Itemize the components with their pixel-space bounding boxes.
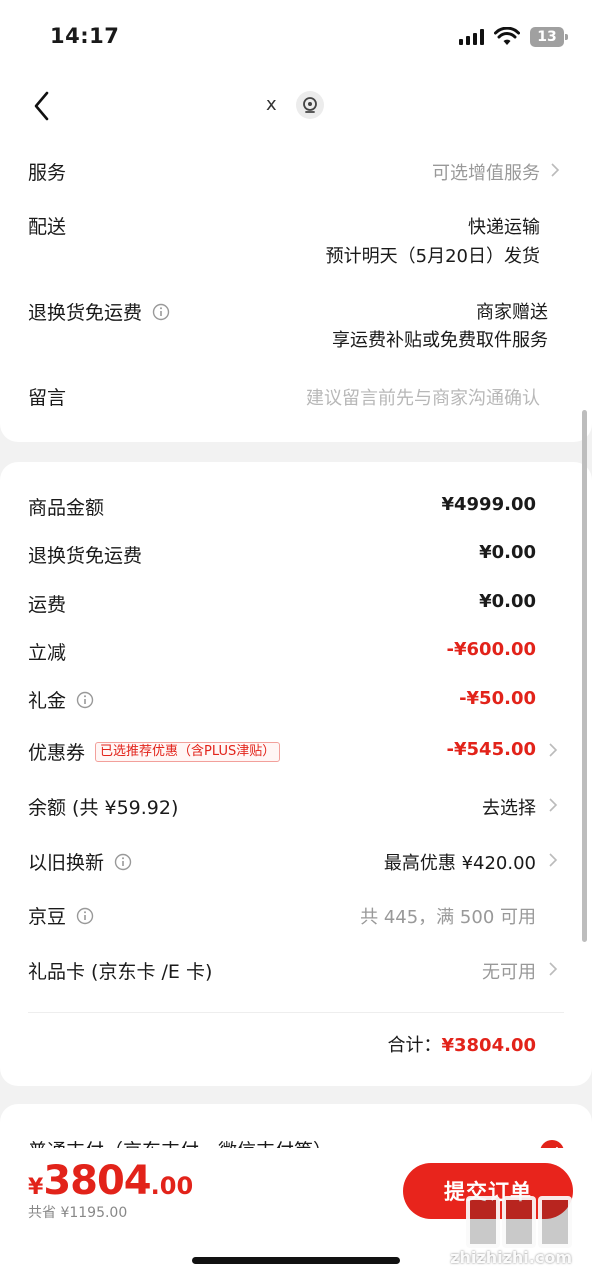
return-shipping-row-label: 退换货免运费 [28,298,170,325]
pay-amount: ¥3804.00 [28,1158,193,1204]
watermark-logo-icon [466,1196,572,1248]
info-icon[interactable] [152,303,170,321]
instant-discount-label: 立减 [28,642,67,664]
return-shipping-label: 退换货免运费 [28,302,143,324]
gift-money-row-label: 礼金 [28,686,94,713]
order-confirm-page: 14:17 13 x 服务 可选增值服务 配送 快递运输 预计明天（5月20日）… [0,0,592,1280]
pay-amount-decimal: .00 [150,1172,194,1200]
trade-in-row-label: 以旧换新 [28,848,132,875]
cellular-signal-icon [459,29,484,45]
trade-in-value[interactable]: 最高优惠 ¥420.00 [384,849,536,875]
status-icons: 13 [459,26,568,48]
location-target-icon [303,97,317,113]
goods-amount-label: 商品金额 [28,497,105,519]
return-fee-label: 退换货免运费 [28,545,143,567]
return-fee-value: ¥0.00 [479,542,536,563]
trade-in-label: 以旧换新 [28,852,105,874]
home-indicator[interactable] [192,1257,400,1264]
instant-discount-value: -¥600.00 [446,639,536,660]
coupon-label: 优惠券 [28,742,86,764]
jingdou-row-label: 京豆 [28,902,94,929]
delivery-method[interactable]: 快递运输 [468,213,540,239]
jingdou-value: 共 445，满 500 可用 [360,907,536,928]
status-time: 14:17 [50,24,120,48]
shipping-label: 运费 [28,594,67,616]
location-target-button[interactable] [296,91,324,119]
watermark-text: zhizhizhi.com [450,1248,572,1267]
jingdou-label: 京豆 [28,906,67,928]
service-value[interactable]: 可选增值服务 [432,159,540,185]
wifi-icon [494,27,520,45]
info-icon[interactable] [114,853,132,871]
goods-amount-value: ¥4999.00 [441,494,536,515]
info-icon[interactable] [76,907,94,925]
gift-card-label: 礼品卡 (京东卡 /E 卡) [28,961,213,983]
delivery-label: 配送 [28,216,67,238]
total-label: 合计： [387,1035,442,1056]
trade-in-chevron-icon[interactable] [548,852,558,868]
site-watermark: zhizhizhi.com [414,1196,582,1276]
total-value: ¥3804.00 [441,1035,536,1056]
balance-chevron-icon[interactable] [548,797,558,813]
shipping-value: ¥0.00 [479,591,536,612]
battery-icon: 13 [530,27,568,47]
pay-amount-integer: 3804 [43,1158,151,1204]
service-label: 服务 [28,162,67,184]
gift-money-label: 礼金 [28,690,67,712]
gift-money-value: -¥50.00 [459,688,536,709]
service-chevron-icon[interactable] [550,162,560,178]
coupon-chevron-icon[interactable] [548,742,558,758]
pay-currency: ¥ [28,1175,44,1200]
return-shipping-provider: 商家赠送 [476,302,548,323]
gift-card-chevron-icon[interactable] [548,961,558,977]
back-button[interactable] [26,86,56,126]
delivery-estimate[interactable]: 预计明天（5月20日）发货 [326,242,540,268]
coupon-row-label[interactable]: 优惠券 已选推荐优惠（含PLUS津贴） [28,738,281,765]
coupon-value[interactable]: -¥545.00 [447,739,536,760]
message-label: 留言 [28,387,67,409]
total-saved-text: 共省 ¥1195.00 [28,1205,128,1221]
balance-value[interactable]: 去选择 [482,794,536,820]
gift-card-value[interactable]: 无可用 [482,958,536,984]
divider [28,1012,564,1013]
info-icon[interactable] [76,691,94,709]
return-shipping-benefit: 享运费补贴或免费取件服务 [332,330,548,351]
message-input[interactable]: 建议留言前先与商家沟通确认 [306,384,540,410]
back-chevron-icon [34,91,49,121]
close-x-label[interactable]: x [266,94,277,115]
scrollbar[interactable] [582,410,587,942]
balance-label: 余额 (共 ¥59.92) [28,797,179,819]
header-area: 14:17 13 x [0,0,592,150]
total-row: 合计：¥3804.00 [387,1031,536,1057]
coupon-recommend-tag: 已选推荐优惠（含PLUS津贴） [95,741,281,762]
